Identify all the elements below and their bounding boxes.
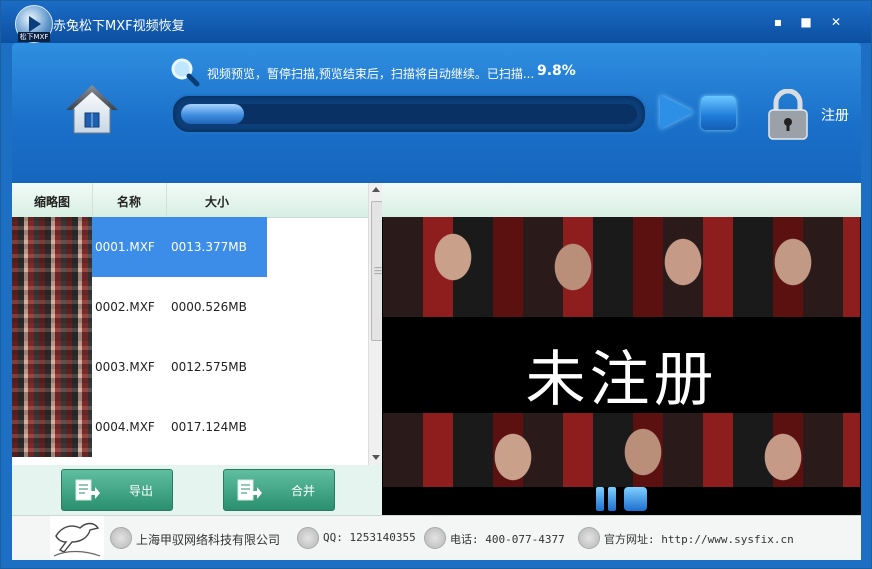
export-label: 导出 bbox=[129, 484, 154, 498]
qq-number: QQ: 1253140355 bbox=[323, 531, 416, 544]
phone-icon bbox=[424, 527, 446, 549]
website-link[interactable]: 官方网址: http://www.sysfix.cn bbox=[604, 531, 794, 547]
close-button[interactable]: ✕ bbox=[829, 15, 843, 29]
app-icon-badge: 松下MXF bbox=[18, 32, 50, 42]
file-name: 0001.MXF bbox=[92, 217, 169, 277]
file-name: 0004.MXF bbox=[95, 420, 155, 434]
column-header-thumbnail[interactable]: 缩略图 bbox=[34, 193, 70, 210]
stop-preview-button[interactable] bbox=[624, 487, 647, 511]
qq-icon bbox=[297, 527, 319, 549]
scroll-down-arrow-icon[interactable] bbox=[372, 455, 380, 460]
preview-panel: 未注册 bbox=[382, 183, 861, 515]
file-size: 0000.526MB bbox=[171, 300, 247, 314]
app-logo-icon: 松下MXF bbox=[15, 5, 53, 43]
search-icon bbox=[171, 58, 200, 87]
header-panel: 视频预览，暂停扫描,预览结束后，扫描将自动继续。已扫描... 9.8% 注册 bbox=[12, 43, 861, 183]
window-title: 赤兔松下MXF视频恢复 bbox=[53, 19, 185, 34]
table-row[interactable]: 0003.MXF 0012.575MB bbox=[12, 337, 369, 397]
home-icon[interactable] bbox=[64, 83, 120, 139]
scan-progress-bar bbox=[171, 94, 647, 134]
export-button[interactable]: 导出 bbox=[61, 469, 173, 511]
export-icon bbox=[75, 479, 100, 501]
table-row[interactable]: 0002.MXF 0000.526MB bbox=[12, 277, 369, 337]
file-size: 0013.377MB bbox=[167, 217, 267, 277]
start-scan-button[interactable] bbox=[660, 95, 694, 129]
website-icon bbox=[578, 527, 600, 549]
file-name: 0003.MXF bbox=[95, 360, 155, 374]
column-header-size[interactable]: 大小 bbox=[205, 193, 229, 210]
merge-icon bbox=[237, 479, 262, 501]
app-window: 松下MXF 赤兔松下MXF视频恢复 ▪ ■ ✕ 视频预览，暂停扫描,预览结束后，… bbox=[0, 0, 872, 569]
lock-icon[interactable] bbox=[766, 89, 810, 141]
column-header-name[interactable]: 名称 bbox=[117, 193, 141, 210]
video-thumbnail bbox=[12, 397, 92, 457]
maximize-button[interactable]: ■ bbox=[799, 15, 813, 29]
file-name: 0002.MXF bbox=[95, 300, 155, 314]
action-bar: 导出 合并 bbox=[12, 465, 382, 515]
company-name: 上海甲驭网络科技有限公司 bbox=[136, 533, 281, 547]
register-button[interactable]: 注册 bbox=[821, 105, 849, 125]
video-preview: 未注册 bbox=[383, 217, 860, 487]
video-thumbnail bbox=[12, 217, 92, 277]
company-logo-icon bbox=[50, 516, 104, 560]
file-size: 0012.575MB bbox=[171, 360, 247, 374]
title-bar: 松下MXF 赤兔松下MXF视频恢复 ▪ ■ ✕ bbox=[1, 1, 871, 43]
merge-label: 合并 bbox=[291, 484, 316, 498]
company-icon bbox=[110, 527, 132, 549]
merge-button[interactable]: 合并 bbox=[223, 469, 335, 511]
scroll-up-arrow-icon[interactable] bbox=[372, 187, 380, 192]
phone-number: 电话: 400-077-4377 bbox=[450, 533, 565, 546]
file-table-header: 缩略图 名称 大小 bbox=[12, 183, 369, 218]
video-thumbnail bbox=[12, 277, 92, 337]
unregistered-watermark: 未注册 bbox=[525, 345, 718, 415]
scan-progress-fill bbox=[181, 104, 244, 124]
scan-status-text: 视频预览，暂停扫描,预览结束后，扫描将自动继续。已扫描... bbox=[207, 67, 535, 81]
table-row[interactable]: 0001.MXF 0013.377MB bbox=[12, 217, 369, 277]
stop-scan-button[interactable] bbox=[701, 96, 736, 130]
file-list-scrollbar[interactable]: — — — bbox=[368, 183, 383, 465]
footer-bar: 上海甲驭网络科技有限公司 QQ: 1253140355 电话: 400-077-… bbox=[12, 515, 861, 560]
preview-header bbox=[382, 183, 861, 217]
file-size: 0017.124MB bbox=[171, 420, 247, 434]
table-row[interactable]: 0004.MXF 0017.124MB bbox=[12, 397, 369, 457]
scan-progress-percent: 9.8% bbox=[537, 63, 576, 79]
video-thumbnail bbox=[12, 337, 92, 397]
file-list-panel: 缩略图 名称 大小 0001.MXF 0013.377MB 0002.MXF 0… bbox=[12, 183, 383, 465]
minimize-button[interactable]: ▪ bbox=[771, 15, 785, 29]
unregistered-banner: 未注册 bbox=[383, 317, 860, 415]
pause-preview-button[interactable] bbox=[596, 487, 618, 511]
